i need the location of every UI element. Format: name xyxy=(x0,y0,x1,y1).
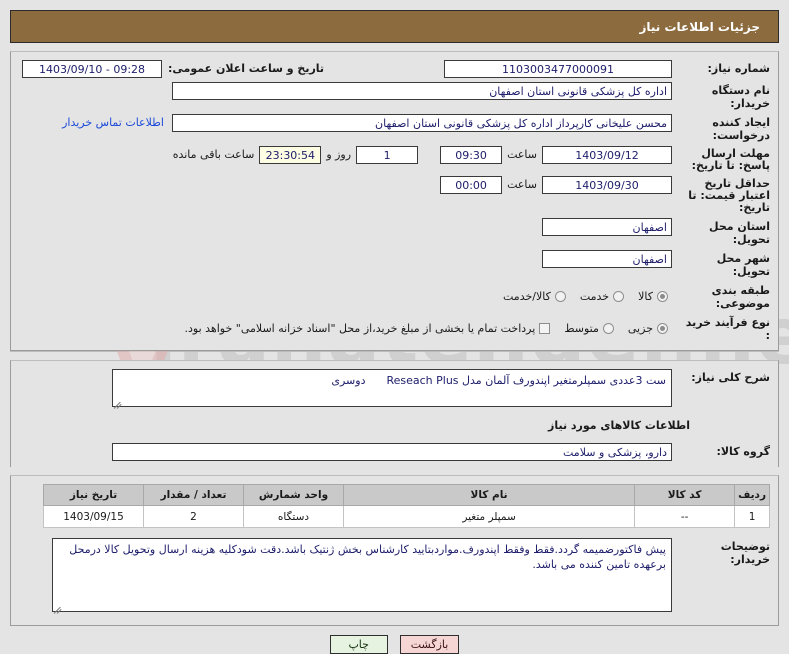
divider-1 xyxy=(10,351,779,352)
process-type-label: نوع فرآیند خرید : xyxy=(685,316,770,342)
col-quantity: تعداد / مقدار xyxy=(143,484,244,506)
countdown-input[interactable] xyxy=(259,146,322,164)
row-need-number: شماره نیاز: تاریخ و ساعت اعلان عمومی: xyxy=(11,58,778,80)
province-input[interactable] xyxy=(542,218,672,236)
buyer-org-label: نام دستگاه خریدار: xyxy=(711,84,770,110)
row-city: شهر محل تحویل: xyxy=(11,248,778,280)
radio-process-minor[interactable]: جزیی xyxy=(628,322,668,335)
radio-subject-goods-service[interactable]: کالا/خدمت xyxy=(503,290,566,303)
radio-process-medium-label: متوسط xyxy=(564,321,599,335)
radio-process-minor-label: جزیی xyxy=(627,321,653,335)
header-region: جزئیات اطلاعات نیاز xyxy=(0,0,789,43)
price-validity-time-input[interactable] xyxy=(440,176,503,194)
creator-input[interactable] xyxy=(172,114,672,132)
checkbox-treasury-bonds[interactable]: پرداخت تمام یا بخشی از مبلغ خرید،از محل … xyxy=(185,322,551,335)
col-unit: واحد شمارش xyxy=(243,484,344,506)
radio-subject-service-indicator xyxy=(613,290,625,302)
price-validity-label: حداقل تاریخ اعتبار قیمت: تا تاریخ: xyxy=(688,177,770,214)
goods-info-panel: شرح کلی نیاز: ست 3عددی سمپلرمتغیر اپندور… xyxy=(10,360,779,467)
items-table: ردیف کد کالا نام کالا واحد شمارش تعداد /… xyxy=(43,484,770,528)
table-header-row: ردیف کد کالا نام کالا واحد شمارش تعداد /… xyxy=(43,484,770,506)
announce-datetime-input[interactable] xyxy=(22,60,162,78)
row-buyer-org: نام دستگاه خریدار: xyxy=(11,80,778,112)
city-input[interactable] xyxy=(542,250,672,268)
cell-goods-code: -- xyxy=(634,505,736,528)
general-desc-textarea[interactable]: ست 3عددی سمپلرمتغیر اپندورف آلمان مدل Re… xyxy=(112,369,672,407)
reply-deadline-time-input[interactable] xyxy=(440,146,503,164)
row-province: استان محل تحویل: xyxy=(11,216,778,248)
goods-group-input[interactable] xyxy=(112,443,672,461)
city-label: شهر محل تحویل: xyxy=(716,252,770,278)
print-button[interactable]: چاپ xyxy=(329,635,388,654)
goods-group-label: گروه کالا: xyxy=(716,445,770,458)
cell-goods-name: سمپلر متغیر xyxy=(342,505,636,528)
days-and-text: روز و xyxy=(326,148,352,161)
page-title: جزئیات اطلاعات نیاز xyxy=(10,10,779,43)
radio-subject-service-label: خدمت xyxy=(579,289,610,303)
radio-process-medium-indicator xyxy=(602,322,614,334)
goods-section-title: اطلاعات کالاهای مورد نیاز xyxy=(548,419,690,432)
need-info-panel: شماره نیاز: تاریخ و ساعت اعلان عمومی: نا… xyxy=(10,51,779,351)
col-need-date: تاریخ نیاز xyxy=(43,484,144,506)
col-goods-code: کد کالا xyxy=(634,484,736,506)
radio-subject-goods-service-label: کالا/خدمت xyxy=(503,289,551,303)
row-goods-group: گروه کالا: xyxy=(11,437,778,463)
row-price-validity: حداقل تاریخ اعتبار قیمت: تا تاریخ: ساعت xyxy=(11,174,778,216)
table-row: 1 -- سمپلر متغیر دستگاه 2 1403/09/15 xyxy=(43,505,770,528)
subject-class-label: طبقه بندی موضوعی: xyxy=(711,284,770,310)
cell-quantity: 2 xyxy=(143,505,244,528)
row-buyer-notes: توضیحات خریدار: پیش فاکتورضمیمه گردد.فقط… xyxy=(11,536,778,623)
row-subject-class: طبقه بندی موضوعی: کالا خدمت کالا/خدمت xyxy=(11,280,778,312)
row-process-type: نوع فرآیند خرید : جزیی متوسط پرداخت تمام… xyxy=(11,312,778,344)
buyer-contact-link[interactable]: اطلاعات تماس خریدار xyxy=(62,114,164,132)
creator-label: ایجاد کننده درخواست: xyxy=(712,116,770,142)
need-number-label: شماره نیاز: xyxy=(707,62,770,75)
cell-need-date: 1403/09/15 xyxy=(43,505,144,528)
items-table-panel: ردیف کد کالا نام کالا واحد شمارش تعداد /… xyxy=(10,475,779,626)
radio-subject-goods-indicator xyxy=(657,290,668,302)
buyer-notes-label: توضیحات خریدار: xyxy=(720,540,770,566)
back-button[interactable]: بازگشت xyxy=(399,635,460,654)
radio-process-medium[interactable]: متوسط xyxy=(564,322,614,335)
radio-subject-goods[interactable]: کالا xyxy=(638,290,668,303)
days-remaining-input[interactable] xyxy=(356,146,419,164)
radio-subject-goods-service-indicator xyxy=(554,290,566,302)
announce-datetime-label: تاریخ و ساعت اعلان عمومی: xyxy=(168,62,325,75)
footer-actions: بازگشت چاپ xyxy=(0,635,789,654)
buyer-org-input[interactable] xyxy=(172,82,672,100)
general-desc-label: شرح کلی نیاز: xyxy=(691,371,770,384)
radio-subject-goods-label: کالا xyxy=(638,289,653,303)
province-label: استان محل تحویل: xyxy=(709,220,770,246)
row-creator: ایجاد کننده درخواست: اطلاعات تماس خریدار xyxy=(11,112,778,144)
row-general-desc: شرح کلی نیاز: ست 3عددی سمپلرمتغیر اپندور… xyxy=(11,367,778,412)
col-goods-name: نام کالا xyxy=(342,484,636,506)
checkbox-treasury-bonds-box xyxy=(539,322,551,334)
need-number-input[interactable] xyxy=(444,60,672,78)
radio-subject-service[interactable]: خدمت xyxy=(579,289,625,303)
remaining-hours-text: ساعت باقی مانده xyxy=(172,148,255,161)
page-title-text: جزئیات اطلاعات نیاز xyxy=(639,19,760,34)
reply-hour-label: ساعت xyxy=(507,148,537,161)
checkbox-treasury-bonds-label: پرداخت تمام یا بخشی از مبلغ خرید،از محل … xyxy=(184,321,536,335)
reply-deadline-label: مهلت ارسال پاسخ: تا تاریخ: xyxy=(691,147,770,172)
radio-process-minor-indicator xyxy=(657,322,668,334)
row-reply-deadline: مهلت ارسال پاسخ: تا تاریخ: ساعت روز و سا… xyxy=(11,144,778,174)
cell-row-number: 1 xyxy=(734,505,770,528)
price-validity-hour-label: ساعت xyxy=(507,178,537,191)
reply-deadline-date-input[interactable] xyxy=(542,146,672,164)
price-validity-date-input[interactable] xyxy=(542,176,672,194)
buyer-notes-textarea[interactable]: پیش فاکتورضمیمه گردد.فقط وفقط اپندورف.مو… xyxy=(52,538,672,612)
col-row-number: ردیف xyxy=(734,484,770,506)
cell-unit: دستگاه xyxy=(243,505,344,528)
